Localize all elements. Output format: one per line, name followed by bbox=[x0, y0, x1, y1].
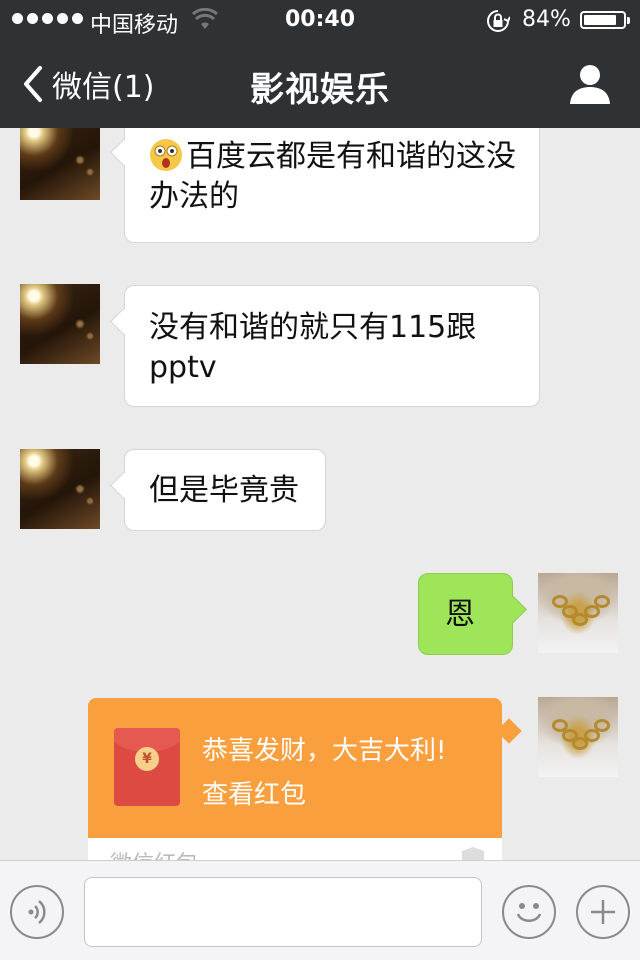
shield-icon bbox=[462, 847, 484, 860]
astonished-emoji-icon bbox=[150, 139, 182, 171]
chat-title: 影视娱乐 bbox=[250, 70, 390, 110]
message-text: 恩 bbox=[445, 597, 475, 632]
coin-symbol: ¥ bbox=[135, 747, 159, 771]
battery-percentage: 84% bbox=[522, 7, 571, 32]
message-input[interactable] bbox=[84, 877, 482, 947]
status-bar: 中国移动 00:40 84% bbox=[0, 0, 640, 40]
top-bar: 中国移动 00:40 84% 微信(1) 影视娱乐 bbox=[0, 0, 640, 128]
message-text: 没有和谐的就只有115跟pptv bbox=[149, 310, 477, 385]
navigation-bar: 微信(1) 影视娱乐 bbox=[0, 40, 640, 128]
voice-button[interactable] bbox=[10, 885, 64, 939]
message-bubble-sent[interactable]: 恩 bbox=[418, 573, 513, 655]
red-envelope-icon: ¥ bbox=[114, 728, 180, 806]
red-packet-subtitle: 查看红包 bbox=[202, 780, 307, 810]
voice-icon bbox=[28, 900, 46, 924]
red-packet-footer-label: 微信红包 bbox=[110, 846, 198, 860]
avatar[interactable] bbox=[538, 697, 618, 777]
red-packet-title: 恭喜发财，大吉大利! bbox=[202, 736, 447, 766]
chat-info-button[interactable] bbox=[568, 62, 612, 106]
person-icon bbox=[570, 65, 610, 104]
avatar[interactable] bbox=[538, 573, 618, 653]
emoji-button[interactable] bbox=[502, 885, 556, 939]
battery-icon bbox=[580, 11, 630, 29]
more-button[interactable] bbox=[576, 885, 630, 939]
message-text: 百度云都是有和谐的这没办法的 bbox=[149, 139, 516, 214]
input-bar bbox=[0, 860, 640, 960]
rotation-lock-icon bbox=[487, 10, 510, 32]
emoji-icon bbox=[516, 903, 542, 922]
message-bubble[interactable]: 没有和谐的就只有115跟pptv bbox=[124, 285, 540, 407]
avatar[interactable] bbox=[20, 449, 100, 529]
avatar[interactable] bbox=[20, 128, 100, 200]
red-packet-footer: 微信红包 bbox=[88, 838, 502, 860]
avatar[interactable] bbox=[20, 284, 100, 364]
red-packet-card[interactable]: ¥ 恭喜发财，大吉大利! 查看红包 微信红包 bbox=[88, 698, 502, 860]
plus-icon bbox=[591, 900, 615, 924]
message-bubble[interactable]: 百度云都是有和谐的这没办法的 bbox=[124, 128, 540, 243]
message-text: 但是毕竟贵 bbox=[149, 473, 299, 508]
message-bubble[interactable]: 但是毕竟贵 bbox=[124, 449, 326, 531]
chat-area[interactable]: 百度云都是有和谐的这没办法的 没有和谐的就只有115跟pptv 但是毕竟贵 恩 … bbox=[0, 128, 640, 860]
